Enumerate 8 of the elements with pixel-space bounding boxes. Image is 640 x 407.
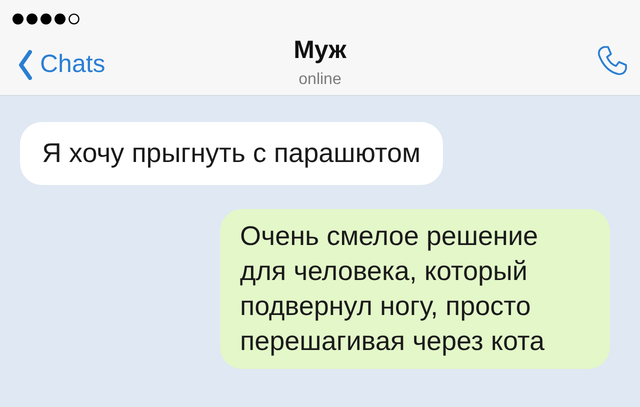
phone-icon[interactable] bbox=[596, 45, 628, 77]
signal-icon bbox=[12, 13, 82, 25]
back-button[interactable]: Chats bbox=[18, 46, 106, 84]
status-text: online bbox=[298, 72, 342, 88]
chat-title: Муж bbox=[294, 38, 346, 63]
outgoing-message: Очень смелое решение для человека, который подвернул ногу, просто перешагивая через кота bbox=[220, 209, 610, 369]
back-icon bbox=[18, 50, 32, 80]
incoming-message: Я хочу прыгнуть с парашютом bbox=[20, 122, 443, 185]
